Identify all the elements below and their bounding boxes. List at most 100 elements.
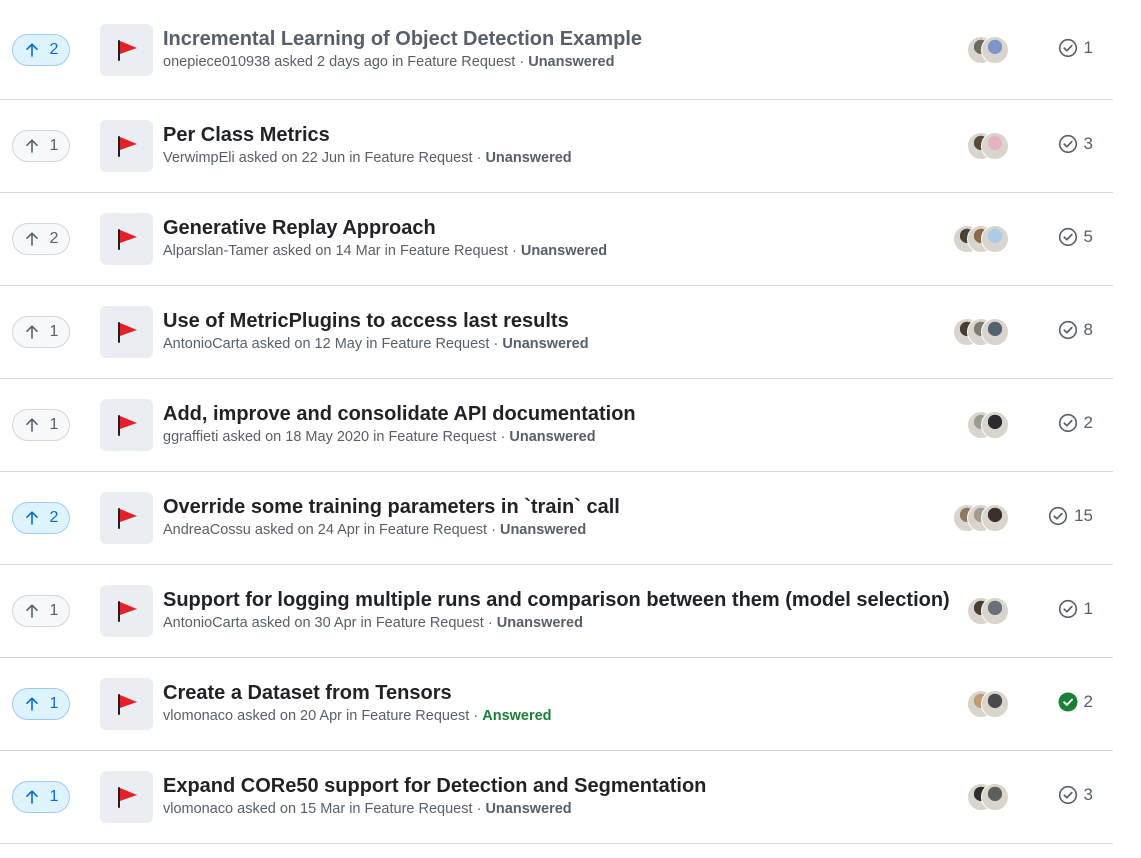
- vote-count: 2: [49, 509, 59, 526]
- category-link[interactable]: Feature Request: [365, 801, 473, 817]
- answer-count: 3: [1083, 134, 1093, 153]
- author-link[interactable]: AntonioCarta: [163, 615, 248, 631]
- discussion-text: Incremental Learning of Object Detection…: [163, 27, 642, 72]
- separator-dot: ·: [487, 615, 493, 631]
- avatar[interactable]: [981, 783, 1009, 811]
- upvote-button[interactable]: 1: [12, 130, 70, 162]
- red-flag-icon: [117, 136, 137, 157]
- upvote-button[interactable]: 2: [12, 502, 70, 534]
- discussion-title[interactable]: Use of MetricPlugins to access last resu…: [163, 309, 589, 333]
- upvote-button[interactable]: 1: [12, 595, 70, 627]
- upvote-button[interactable]: 1: [12, 688, 70, 720]
- author-link[interactable]: Alparslan-Tamer: [163, 243, 269, 259]
- discussion-row: 2 Override some training parameters in `…: [0, 472, 1113, 565]
- answer-count: 15: [1074, 506, 1093, 525]
- answer-count: 2: [1083, 413, 1093, 432]
- answers-count[interactable]: 8: [1058, 320, 1093, 340]
- category-link[interactable]: Feature Request: [400, 243, 508, 259]
- avatar[interactable]: [981, 35, 1009, 64]
- discussion-text: Create a Dataset from Tensors vlomonaco …: [163, 681, 552, 726]
- separator-dot: ·: [491, 522, 496, 538]
- avatar[interactable]: [981, 318, 1009, 346]
- discussion-meta: vlomonaco asked on 15 Mar in Feature Req…: [163, 799, 706, 819]
- participant-avatars: [967, 35, 1009, 64]
- discussions-list: 2 Incremental Learning of Object Detecti…: [0, 0, 1113, 844]
- arrow-up-icon: [25, 697, 38, 711]
- answer-count: 1: [1083, 37, 1093, 57]
- discussion-title[interactable]: Support for logging multiple runs and co…: [163, 588, 950, 612]
- arrow-up-icon: [25, 42, 38, 57]
- discussion-meta: AntonioCarta asked on 12 May in Feature …: [163, 334, 589, 354]
- discussion-row: 1 Support for logging multiple runs and …: [0, 565, 1113, 658]
- answers-count[interactable]: 1: [1058, 38, 1093, 58]
- answers-count[interactable]: 5: [1058, 227, 1093, 247]
- category-link[interactable]: Feature Request: [379, 522, 487, 538]
- discussion-meta: AndreaCossu asked on 24 Apr in Feature R…: [163, 520, 620, 540]
- arrow-up-icon: [25, 511, 38, 525]
- vote-count: 1: [49, 695, 59, 712]
- category-link[interactable]: Feature Request: [407, 54, 515, 70]
- arrow-up-icon: [25, 139, 38, 153]
- answers-count[interactable]: 3: [1058, 785, 1093, 805]
- upvote-button[interactable]: 1: [12, 316, 70, 348]
- separator-dot: ·: [473, 708, 479, 724]
- separator-dot: ·: [476, 801, 482, 817]
- participant-avatars: [967, 597, 1009, 625]
- vote-count: 1: [49, 137, 59, 154]
- red-flag-icon: [117, 508, 137, 529]
- vote-count: 1: [49, 323, 59, 340]
- upvote-button[interactable]: 1: [12, 409, 70, 441]
- discussion-title[interactable]: Per Class Metrics: [163, 123, 572, 147]
- asked-text: asked on 14 Mar in: [272, 243, 396, 259]
- status-label: Unanswered: [485, 801, 572, 817]
- upvote-button[interactable]: 2: [12, 223, 70, 255]
- category-icon-box: [100, 399, 153, 451]
- author-link[interactable]: VerwimpEli: [163, 150, 235, 166]
- status-label: Unanswered: [509, 429, 596, 445]
- category-link[interactable]: Feature Request: [381, 336, 489, 352]
- red-flag-icon: [117, 415, 137, 436]
- discussion-title[interactable]: Incremental Learning of Object Detection…: [163, 27, 642, 51]
- avatar[interactable]: [981, 225, 1009, 253]
- discussion-text: Add, improve and consolidate API documen…: [163, 402, 636, 447]
- separator-dot: ·: [519, 53, 525, 70]
- discussion-title[interactable]: Generative Replay Approach: [163, 216, 607, 240]
- arrow-up-icon: [25, 325, 38, 339]
- author-link[interactable]: ggraffieti: [163, 429, 218, 445]
- category-link[interactable]: Feature Request: [376, 615, 484, 631]
- discussion-row: 1 Use of MetricPlugins to access last re…: [0, 286, 1113, 379]
- author-link[interactable]: AndreaCossu: [163, 522, 251, 538]
- answers-count[interactable]: 2: [1058, 692, 1093, 712]
- category-icon-box: [100, 120, 153, 172]
- avatar[interactable]: [981, 132, 1009, 160]
- answers-count[interactable]: 15: [1048, 506, 1093, 526]
- category-link[interactable]: Feature Request: [361, 708, 469, 724]
- author-link[interactable]: AntonioCarta: [163, 336, 248, 352]
- answer-count: 8: [1083, 320, 1093, 339]
- author-link[interactable]: vlomonaco: [163, 801, 233, 817]
- answers-count[interactable]: 3: [1058, 134, 1093, 154]
- author-link[interactable]: onepiece010938: [163, 54, 270, 70]
- avatar[interactable]: [981, 597, 1009, 625]
- asked-text: asked on 12 May in: [251, 336, 378, 352]
- author-link[interactable]: vlomonaco: [163, 708, 233, 724]
- avatar[interactable]: [981, 690, 1009, 718]
- check-circle-icon: [1058, 227, 1078, 247]
- discussion-title[interactable]: Override some training parameters in `tr…: [163, 495, 620, 519]
- discussion-row: 1 Expand CORe50 support for Detection an…: [0, 751, 1113, 844]
- discussion-title[interactable]: Add, improve and consolidate API documen…: [163, 402, 636, 426]
- category-icon-box: [100, 306, 153, 358]
- upvote-button[interactable]: 1: [12, 781, 70, 813]
- status-label: Unanswered: [520, 243, 608, 259]
- answers-count[interactable]: 1: [1058, 599, 1093, 619]
- discussion-title[interactable]: Create a Dataset from Tensors: [163, 681, 552, 705]
- category-link[interactable]: Feature Request: [388, 429, 496, 445]
- discussion-title[interactable]: Expand CORe50 support for Detection and …: [163, 774, 706, 798]
- category-link[interactable]: Feature Request: [365, 150, 473, 166]
- upvote-button[interactable]: 2: [12, 33, 70, 66]
- avatar[interactable]: [981, 411, 1009, 439]
- answers-count[interactable]: 2: [1058, 413, 1093, 433]
- answer-count: 3: [1083, 785, 1093, 804]
- avatar[interactable]: [981, 504, 1009, 532]
- category-icon-box: [100, 492, 153, 544]
